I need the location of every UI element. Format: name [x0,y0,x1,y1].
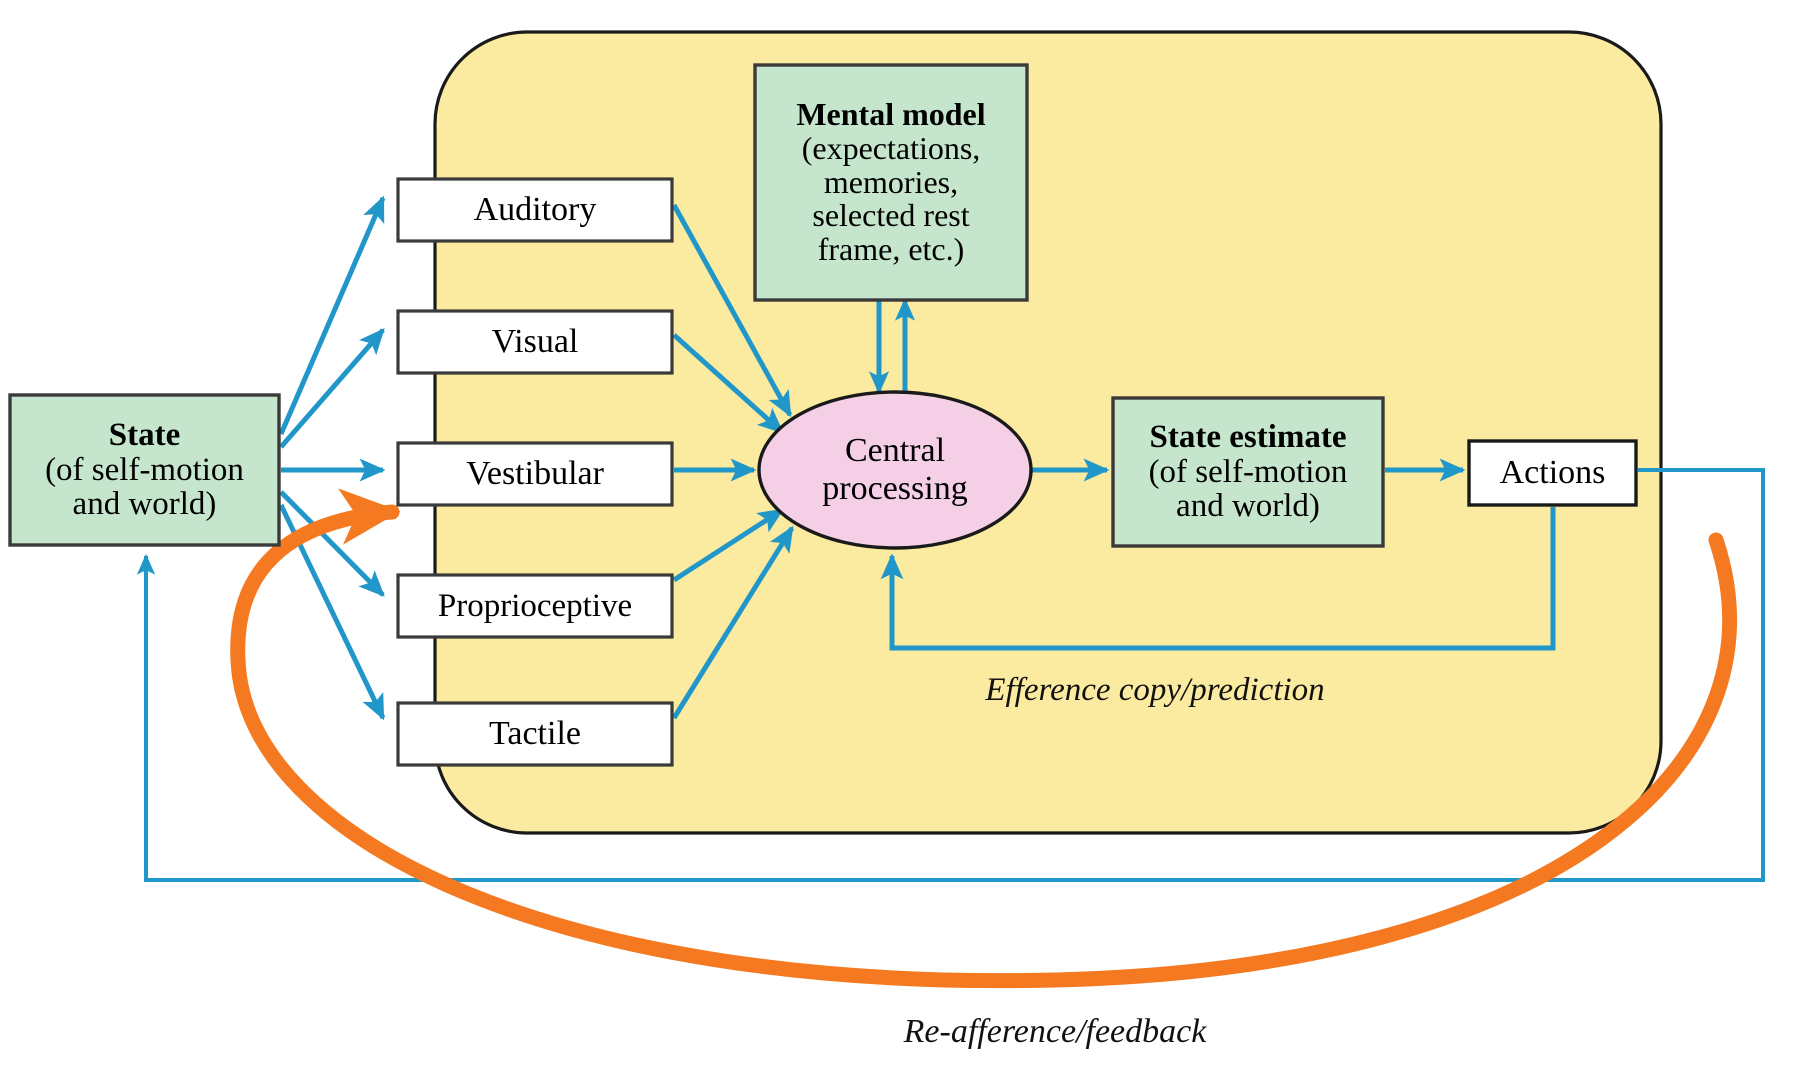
edge-state-visual [279,328,385,449]
reafference-feedback-caption: Re-afference/feedback [903,1013,1207,1050]
sensory-box-proprioceptive [396,573,674,639]
state-to-sensors-edges [278,195,386,721]
sensory-box-vestibular [396,441,674,507]
sensory-box-visual [396,309,674,375]
sensory-box-auditory [396,177,674,243]
diagram-canvas: State (of self-motion and world) Mental … [0,0,1802,1086]
mental-model-box [753,63,1029,302]
central-processing-ellipse [757,390,1033,550]
diagram-vector-layer [8,30,1765,989]
state-estimate-box [1111,396,1385,548]
sensory-box-tactile [396,701,674,767]
efference-copy-caption: Efference copy/prediction [985,672,1325,708]
actions-box [1467,439,1638,507]
state-box [8,393,281,547]
edge-state-auditory [278,195,386,435]
